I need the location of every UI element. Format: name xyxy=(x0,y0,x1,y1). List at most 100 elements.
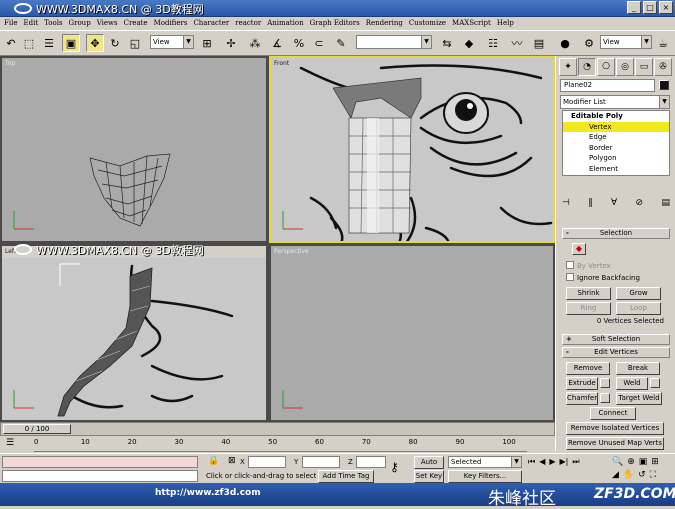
weld-settings-icon[interactable] xyxy=(650,378,660,388)
menu-views[interactable]: Views xyxy=(97,17,118,30)
zoom-all-icon[interactable]: ⊕ xyxy=(627,457,635,467)
go-to-end-icon[interactable]: ⏭ xyxy=(572,457,579,467)
stack-item-element[interactable]: Element xyxy=(563,164,669,175)
show-end-result-icon[interactable]: ‖ xyxy=(588,198,593,208)
zoom-icon[interactable]: 🔍 xyxy=(612,457,623,467)
zoom-extents-icon[interactable]: ▣ xyxy=(639,457,648,467)
material-editor-icon[interactable]: ● xyxy=(556,34,574,52)
reference-coordinate-combo[interactable]: View ▼ xyxy=(150,35,194,49)
maximize-button[interactable]: □ xyxy=(643,1,657,14)
motion-tab-icon[interactable]: ◎ xyxy=(616,58,634,76)
extrude-button[interactable]: Extrude xyxy=(566,377,598,390)
set-key-button[interactable]: Set Key xyxy=(414,470,444,483)
trackbar[interactable]: ☰ 0 10 20 30 40 50 60 70 80 90 100 xyxy=(0,436,555,454)
chamfer-settings-icon[interactable] xyxy=(600,393,610,403)
connect-button[interactable]: Connect xyxy=(590,407,636,420)
viewport-left[interactable]: Left xyxy=(2,246,266,420)
named-selection-icon[interactable]: ✎ xyxy=(332,34,350,52)
go-to-start-icon[interactable]: ⏮ xyxy=(528,457,535,467)
stack-item-editable-poly[interactable]: Editable Poly xyxy=(563,111,669,122)
pan-icon[interactable]: ✋ xyxy=(623,470,634,480)
menu-reactor[interactable]: reactor xyxy=(235,17,261,30)
display-tab-icon[interactable]: ▭ xyxy=(635,58,653,76)
curve-editor-icon[interactable]: 〰 xyxy=(508,34,526,52)
time-slider-thumb[interactable]: 0 / 100 xyxy=(3,424,71,434)
render-type-combo[interactable]: View ▼ xyxy=(600,35,652,49)
spinner-snap-icon[interactable]: ⊂ xyxy=(310,34,328,52)
time-slider[interactable]: 0 / 100 xyxy=(0,422,555,436)
mirror-icon[interactable]: ⇆ xyxy=(438,34,456,52)
utilities-tab-icon[interactable]: ✇ xyxy=(654,58,672,76)
selection-rollout-header[interactable]: - Selection xyxy=(562,228,670,239)
pivot-center-icon[interactable]: ⊞ xyxy=(198,34,216,52)
lock-selection-icon[interactable]: 🔒 xyxy=(208,456,219,466)
stack-item-polygon[interactable]: Polygon xyxy=(563,153,669,164)
maxscript-listener-field[interactable] xyxy=(2,456,198,468)
stack-item-edge[interactable]: Edge xyxy=(563,132,669,143)
menu-maxscript[interactable]: MAXScript xyxy=(452,17,491,30)
next-frame-icon[interactable]: ▶| xyxy=(560,457,569,467)
field-of-view-icon[interactable]: ◢ xyxy=(612,470,619,480)
soft-selection-rollout-header[interactable]: + Soft Selection xyxy=(562,334,670,345)
ignore-backfacing-checkbox[interactable]: Ignore Backfacing xyxy=(566,273,640,283)
make-unique-icon[interactable]: ∀ xyxy=(611,198,617,208)
remove-modifier-icon[interactable]: ⊘ xyxy=(636,198,644,208)
object-name-field[interactable]: Plane02 xyxy=(560,79,655,92)
create-tab-icon[interactable]: ✦ xyxy=(559,58,577,76)
layer-manager-icon[interactable]: ☷ xyxy=(484,34,502,52)
select-move-icon[interactable]: ✥ xyxy=(86,34,104,52)
ring-button[interactable]: Ring xyxy=(566,302,611,315)
object-color-swatch[interactable] xyxy=(659,80,669,90)
select-by-name-icon[interactable]: ☰ xyxy=(40,34,58,52)
shrink-button[interactable]: Shrink xyxy=(566,287,611,300)
menu-customize[interactable]: Customize xyxy=(409,17,446,30)
absolute-mode-icon[interactable]: ⊠ xyxy=(228,456,236,466)
quick-render-icon[interactable]: ☕ xyxy=(654,34,672,52)
named-selection-set-combo[interactable]: ▼ xyxy=(356,35,432,49)
arc-rotate-icon[interactable]: ↺ xyxy=(638,470,646,480)
remove-unused-map-verts-button[interactable]: Remove Unused Map Verts xyxy=(566,437,664,450)
select-manipulate-icon[interactable]: ✢ xyxy=(222,34,240,52)
remove-isolated-vertices-button[interactable]: Remove Isolated Vertices xyxy=(566,422,664,435)
menu-create[interactable]: Create xyxy=(124,17,148,30)
stack-item-border[interactable]: Border xyxy=(563,143,669,154)
target-weld-button[interactable]: Target Weld xyxy=(616,392,662,405)
select-object-icon[interactable]: ⬚ xyxy=(20,34,38,52)
menu-help[interactable]: Help xyxy=(497,17,514,30)
loop-button[interactable]: Loop xyxy=(616,302,661,315)
hierarchy-tab-icon[interactable]: ⎔ xyxy=(597,58,615,76)
menu-rendering[interactable]: Rendering xyxy=(366,17,403,30)
percent-snap-icon[interactable]: % xyxy=(290,34,308,52)
menu-modifiers[interactable]: Modifiers xyxy=(154,17,188,30)
render-scene-icon[interactable]: ⚙ xyxy=(580,34,598,52)
by-vertex-checkbox[interactable]: By Vertex xyxy=(566,261,611,271)
mini-curve-editor-icon[interactable]: ☰ xyxy=(6,438,14,448)
menu-graph-editors[interactable]: Graph Editors xyxy=(310,17,360,30)
auto-key-button[interactable]: Auto Key xyxy=(414,456,444,477)
pin-stack-icon[interactable]: ⊣ xyxy=(562,198,570,208)
modify-tab-icon[interactable]: ◔ xyxy=(578,58,596,76)
menu-group[interactable]: Group xyxy=(69,17,91,30)
add-time-tag-button[interactable]: Add Time Tag xyxy=(318,470,374,483)
menu-character[interactable]: Character xyxy=(193,17,229,30)
previous-frame-icon[interactable]: ◀ xyxy=(539,457,545,467)
play-icon[interactable]: ▶ xyxy=(549,457,555,467)
x-coordinate-field[interactable] xyxy=(248,456,286,468)
snap-toggle-icon[interactable]: ⁂ xyxy=(246,34,264,52)
remove-button[interactable]: Remove xyxy=(566,362,610,375)
maximize-viewport-icon[interactable]: ⛶ xyxy=(650,470,656,480)
modifier-list-combo[interactable]: Modifier List ▼ xyxy=(560,95,670,109)
grow-button[interactable]: Grow xyxy=(616,287,661,300)
element-level-icon[interactable]: ◆ xyxy=(572,243,586,255)
weld-button[interactable]: Weld xyxy=(616,377,648,390)
chamfer-button[interactable]: Chamfer xyxy=(566,392,598,405)
y-coordinate-field[interactable] xyxy=(302,456,340,468)
undo-icon[interactable]: ↶ xyxy=(2,34,20,52)
menu-tools[interactable]: Tools xyxy=(44,17,62,30)
menu-file[interactable]: File xyxy=(4,17,17,30)
align-icon[interactable]: ◆ xyxy=(460,34,478,52)
schematic-view-icon[interactable]: ▤ xyxy=(530,34,548,52)
select-region-icon[interactable]: ▣ xyxy=(62,34,80,52)
viewport-perspective[interactable]: Perspective xyxy=(271,246,553,420)
key-mode-combo[interactable]: Selected ▼ xyxy=(448,456,522,468)
